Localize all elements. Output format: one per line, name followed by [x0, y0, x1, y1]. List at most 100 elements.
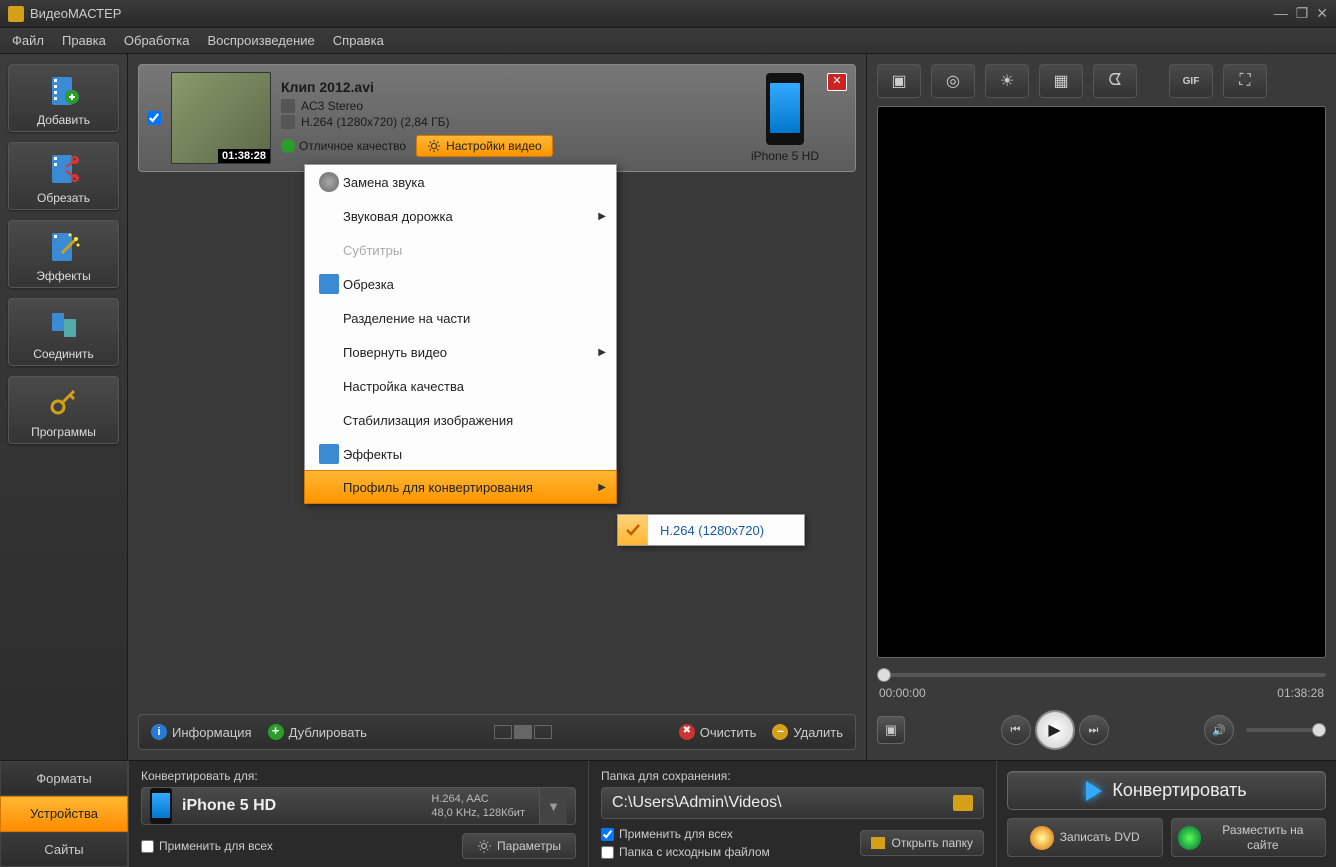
convert-button[interactable]: Конвертировать — [1007, 771, 1326, 810]
fullscreen-button[interactable]: ⛶ — [1223, 64, 1267, 98]
tab-devices[interactable]: Устройства — [0, 796, 128, 831]
enhance-button[interactable]: ◎ — [931, 64, 975, 98]
filmstrip-icon: ▦ — [1053, 71, 1068, 91]
clip-row[interactable]: 01:38:28 Клип 2012.avi AC3 Stereo H.264 … — [138, 64, 856, 172]
publish-button[interactable]: Разместить на сайте — [1171, 818, 1327, 857]
snapshot-button[interactable]: ▣ — [877, 716, 905, 744]
menu-edit[interactable]: Правка — [62, 33, 106, 48]
format-codec: H.264, AAC — [431, 792, 525, 806]
wand-icon — [319, 444, 339, 464]
chevron-right-icon: ▶ — [598, 211, 606, 222]
menu-crop[interactable]: Обрезка — [305, 267, 616, 301]
sidebar-join-button[interactable]: Соединить — [8, 298, 119, 366]
view-toggle[interactable] — [494, 725, 552, 739]
gear-icon — [427, 139, 441, 153]
browse-folder-button[interactable] — [953, 795, 973, 811]
sidebar-programs-button[interactable]: Программы — [8, 376, 119, 444]
profile-option[interactable]: H.264 (1280x720) — [648, 517, 804, 544]
menu-rotate[interactable]: Повернуть видео ▶ — [305, 335, 616, 369]
maximize-button[interactable]: ❐ — [1296, 5, 1309, 22]
video-settings-label: Настройки видео — [446, 139, 542, 153]
plus-icon: + — [268, 724, 284, 740]
info-icon: i — [151, 724, 167, 740]
parameters-button[interactable]: Параметры — [462, 833, 576, 859]
sidebar-effects-button[interactable]: Эффекты — [8, 220, 119, 288]
clip-duration: 01:38:28 — [218, 149, 270, 163]
menu-replace-audio[interactable]: Замена звука — [305, 165, 616, 199]
duplicate-button[interactable]: +Дублировать — [268, 724, 367, 740]
phone-icon — [150, 788, 172, 824]
apply-all-folder-checkbox[interactable]: Применить для всех — [601, 827, 770, 841]
chevron-right-icon: ▶ — [598, 347, 606, 358]
phone-icon — [766, 73, 804, 145]
clip-checkbox[interactable] — [147, 111, 161, 125]
filmstrip-button[interactable]: ▦ — [1039, 64, 1083, 98]
play-button[interactable]: ▶ — [1035, 710, 1075, 750]
key-icon — [46, 385, 82, 421]
clip-video: H.264 (1280x720) (2,84 ГБ) — [301, 115, 449, 129]
menu-split[interactable]: Разделение на части — [305, 301, 616, 335]
volume-slider[interactable] — [1246, 728, 1326, 732]
video-settings-button[interactable]: Настройки видео — [416, 135, 553, 157]
crop-icon: ▣ — [891, 71, 906, 91]
clip-info: Клип 2012.avi AC3 Stereo H.264 (1280x720… — [281, 79, 741, 157]
close-button[interactable]: ✕ — [1316, 5, 1328, 22]
menu-file[interactable]: Файл — [12, 33, 44, 48]
profile-checked-icon — [618, 515, 648, 545]
apply-all-format-checkbox[interactable]: Применить для всех — [141, 839, 273, 853]
prev-button[interactable]: ⏮ — [1001, 715, 1031, 745]
gif-icon: GIF — [1183, 76, 1200, 87]
brightness-button[interactable]: ☀ — [985, 64, 1029, 98]
menu-audio-track[interactable]: Звуковая дорожка ▶ — [305, 199, 616, 233]
minimize-button[interactable]: — — [1274, 5, 1288, 22]
sidebar-add-button[interactable]: Добавить — [8, 64, 119, 132]
preview-video[interactable] — [877, 106, 1326, 658]
cancel-icon: ✖ — [679, 724, 695, 740]
folder-path-input[interactable]: C:\Users\Admin\Videos\ — [601, 787, 984, 819]
next-button[interactable]: ⏭ — [1079, 715, 1109, 745]
delete-button[interactable]: –Удалить — [772, 724, 843, 740]
list-toolbar: iИнформация +Дублировать ✖Очистить –Удал… — [138, 714, 856, 750]
volume-thumb[interactable] — [1312, 723, 1326, 737]
menu-help[interactable]: Справка — [333, 33, 384, 48]
tab-formats[interactable]: Форматы — [0, 761, 128, 796]
quality-label: Отличное качество — [299, 139, 406, 153]
clear-button[interactable]: ✖Очистить — [679, 724, 757, 740]
menu-process[interactable]: Обработка — [124, 33, 190, 48]
format-name: iPhone 5 HD — [182, 797, 421, 815]
preview-toolbar: ▣ ◎ ☀ ▦ ᗧ GIF ⛶ — [877, 64, 1326, 98]
menubar: Файл Правка Обработка Воспроизведение Сп… — [0, 28, 1336, 54]
clip-thumbnail[interactable]: 01:38:28 — [171, 72, 271, 164]
clip-remove-button[interactable]: ✕ — [827, 73, 847, 91]
prev-icon: ⏮ — [1011, 724, 1021, 737]
speaker-icon — [281, 99, 295, 113]
convert-for-label: Конвертировать для: — [141, 769, 576, 783]
seek-thumb[interactable] — [877, 668, 891, 682]
gif-button[interactable]: GIF — [1169, 64, 1213, 98]
disc-icon — [319, 172, 339, 192]
menu-stabilize[interactable]: Стабилизация изображения — [305, 403, 616, 437]
next-icon: ⏭ — [1089, 724, 1099, 737]
gear-icon — [477, 839, 491, 853]
convert-arrow-icon — [1086, 781, 1102, 801]
info-button[interactable]: iИнформация — [151, 724, 252, 740]
open-folder-button[interactable]: Открыть папку — [860, 830, 984, 856]
folder-path: C:\Users\Admin\Videos\ — [612, 794, 945, 812]
source-folder-checkbox[interactable]: Папка с исходным файлом — [601, 845, 770, 859]
volume-button[interactable]: 🔊 — [1204, 715, 1234, 745]
tab-sites[interactable]: Сайты — [0, 832, 128, 867]
menu-convert-profile[interactable]: Профиль для конвертирования ▶ — [304, 470, 617, 504]
crop-tool-button[interactable]: ▣ — [877, 64, 921, 98]
format-dropdown-button[interactable]: ▼ — [539, 788, 567, 824]
menu-subtitles: Субтитры — [305, 233, 616, 267]
menu-quality[interactable]: Настройка качества — [305, 369, 616, 403]
speed-button[interactable]: ᗧ — [1093, 64, 1137, 98]
menu-playback[interactable]: Воспроизведение — [207, 33, 314, 48]
sidebar-cut-button[interactable]: Обрезать — [8, 142, 119, 210]
folder-label: Папка для сохранения: — [601, 769, 984, 783]
menu-effects[interactable]: Эффекты — [305, 437, 616, 471]
format-selector[interactable]: iPhone 5 HD H.264, AAC 48,0 KHz, 128Кбит… — [141, 787, 576, 825]
burn-dvd-button[interactable]: Записать DVD — [1007, 818, 1163, 857]
seek-bar[interactable] — [877, 666, 1326, 684]
minus-icon: – — [772, 724, 788, 740]
